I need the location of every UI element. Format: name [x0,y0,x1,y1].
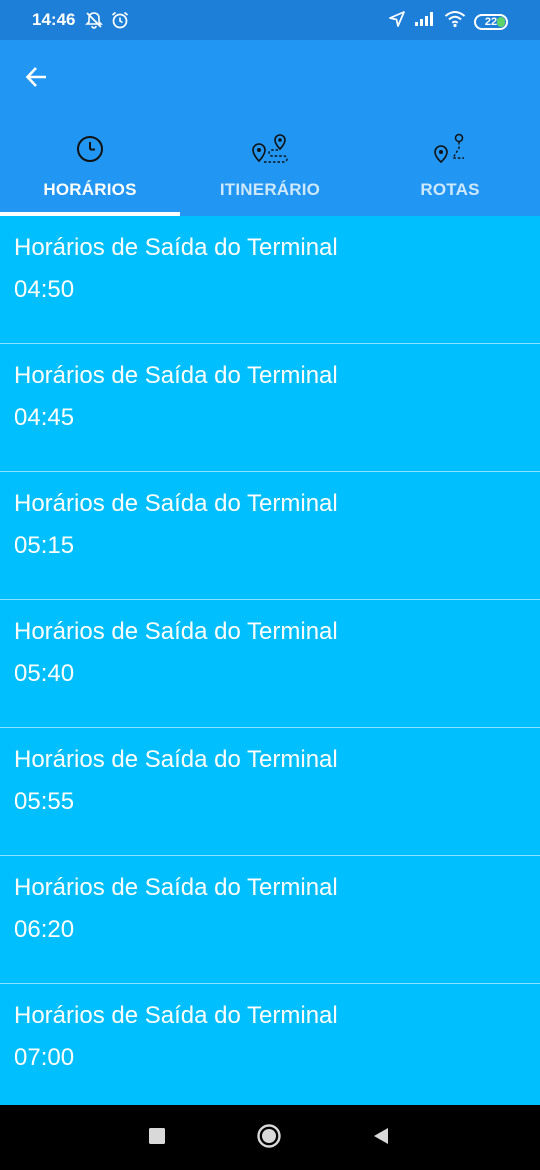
alarm-icon [110,10,130,35]
nav-back-button[interactable] [366,1123,396,1153]
system-nav-bar [0,1105,540,1170]
app-header: HORÁRIOS ITINERÁRIO ROTAS [0,40,540,216]
schedule-list: Horários de Saída do Terminal 04:50 Horá… [0,216,540,1105]
home-icon [256,1123,282,1154]
list-item[interactable]: Horários de Saída do Terminal 04:45 [0,344,540,472]
location-arrow-icon [388,10,406,33]
item-title: Horários de Saída do Terminal [14,234,338,261]
item-title: Horários de Saída do Terminal [14,1002,338,1029]
item-title: Horários de Saída do Terminal [14,874,338,901]
item-title: Horários de Saída do Terminal [14,490,338,517]
item-title: Horários de Saída do Terminal [14,362,338,389]
battery-icon: 22 [474,13,508,30]
item-time: 05:15 [14,532,75,559]
tab-label-horarios: HORÁRIOS [43,180,137,199]
list-item[interactable]: Horários de Saída do Terminal 06:20 [0,856,540,984]
list-item[interactable]: Horários de Saída do Terminal 07:00 [0,984,540,1105]
back-triangle-icon [372,1127,390,1150]
list-item[interactable]: Horários de Saída do Terminal 05:55 [0,728,540,856]
route-pin-icon [433,132,467,166]
item-time: 05:40 [14,660,75,687]
item-time: 07:00 [14,1044,75,1071]
item-title: Horários de Saída do Terminal [14,618,338,645]
wifi-icon [444,10,466,33]
home-button[interactable] [254,1123,284,1153]
list-item[interactable]: Horários de Saída do Terminal 05:40 [0,600,540,728]
tab-itinerario[interactable]: ITINERÁRIO [180,128,360,216]
list-item[interactable]: Horários de Saída do Terminal 04:50 [0,216,540,344]
recent-apps-button[interactable] [142,1123,172,1153]
arrow-left-icon [24,64,50,95]
item-time: 04:45 [14,404,75,431]
list-item[interactable]: Horários de Saída do Terminal 05:15 [0,472,540,600]
tab-rotas[interactable]: ROTAS [360,128,540,216]
tab-label-itinerario: ITINERÁRIO [219,180,321,199]
itinerary-icon [250,132,290,166]
clock-icon [75,132,105,166]
item-title: Horários de Saída do Terminal [14,746,338,773]
tab-label-rotas: ROTAS [420,180,480,199]
back-button[interactable] [16,58,58,100]
muted-notifications-icon [84,10,104,35]
tab-horarios[interactable]: HORÁRIOS [0,128,180,216]
item-time: 06:20 [14,916,75,943]
signal-icon [414,11,436,32]
recent-apps-icon [148,1127,166,1150]
battery-level: 22 [484,15,498,28]
item-time: 04:50 [14,276,75,303]
status-bar: 14:46 22 [0,0,540,40]
status-time: 14:46 [32,10,76,29]
item-time: 05:55 [14,788,75,815]
